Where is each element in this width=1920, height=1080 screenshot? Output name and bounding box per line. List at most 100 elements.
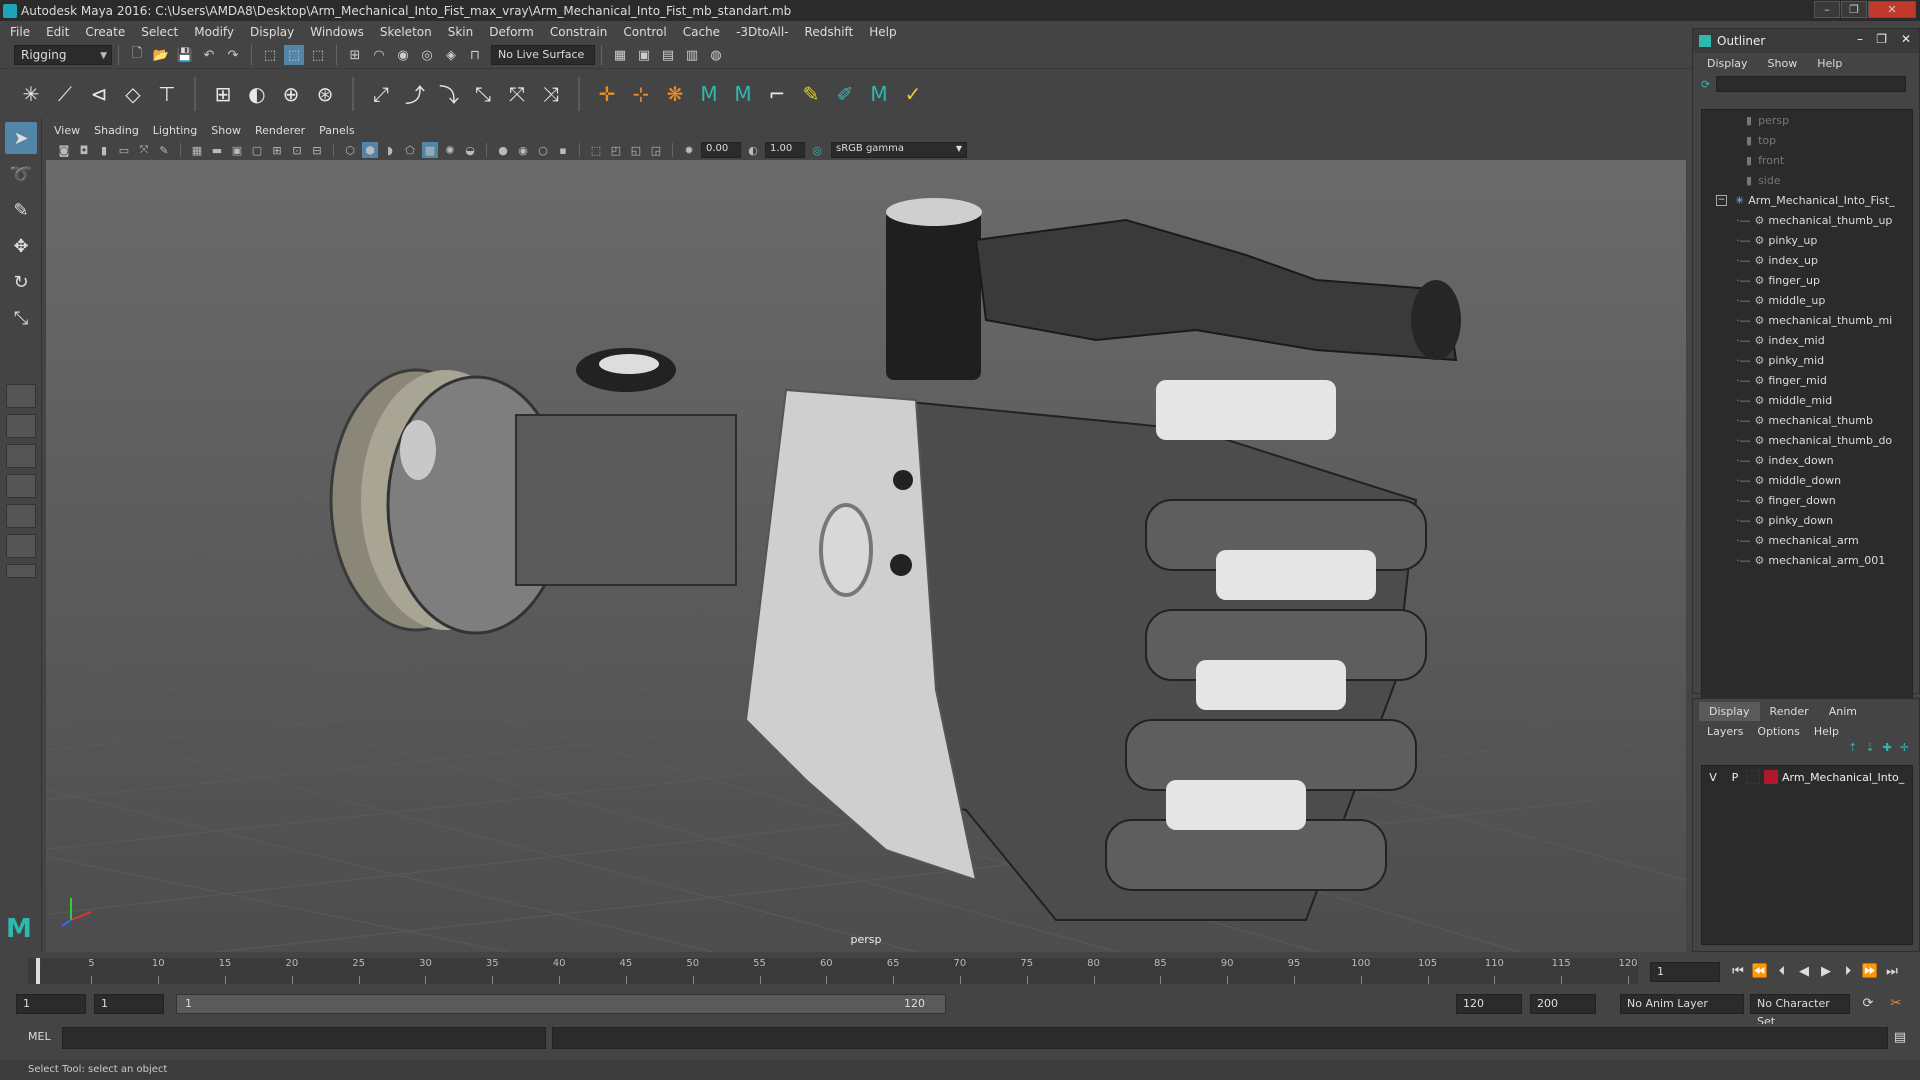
outliner-item-side[interactable]: ▮ side xyxy=(1702,170,1912,190)
outliner-item-mechanical-arm-001[interactable]: ·— ⚙ mechanical_arm_001 xyxy=(1702,550,1912,570)
snap-point-icon[interactable]: ◉ xyxy=(393,45,413,65)
skeleton-icon[interactable]: ❋ xyxy=(661,79,689,109)
outliner-item-persp[interactable]: ▮ persp xyxy=(1702,110,1912,130)
render-frame-icon[interactable]: ▣ xyxy=(634,45,654,65)
xray-active-icon[interactable]: ◲ xyxy=(648,142,664,158)
snap-curve-icon[interactable]: ◠ xyxy=(369,45,389,65)
select-tool-icon[interactable]: ➤ xyxy=(5,122,37,154)
shadows-icon[interactable]: ◒ xyxy=(462,142,478,158)
current-time-marker[interactable] xyxy=(36,958,40,984)
locator-icon[interactable]: ✛ xyxy=(593,79,621,109)
menu-windows[interactable]: Windows xyxy=(310,25,364,39)
safe-title-icon[interactable]: ⊟ xyxy=(309,142,325,158)
render-view-icon[interactable]: ▥ xyxy=(682,45,702,65)
default-material-icon[interactable]: ◗ xyxy=(382,142,398,158)
outliner-item-mechanical-thumb-mi[interactable]: ·— ⚙ mechanical_thumb_mi xyxy=(1702,310,1912,330)
layer-playback[interactable]: P xyxy=(1724,771,1746,784)
ik-handle-icon[interactable]: ⟋ xyxy=(51,79,79,109)
exposure-icon[interactable]: ✹ xyxy=(681,142,697,158)
scale-constraint-icon[interactable]: ⤡ xyxy=(469,79,497,109)
tab-render[interactable]: Render xyxy=(1760,702,1819,721)
screen-space-ao-icon[interactable]: ● xyxy=(495,142,511,158)
viewport-menu-panels[interactable]: Panels xyxy=(319,124,354,137)
single-pane-layout-icon[interactable] xyxy=(6,384,36,408)
live-surface-field[interactable]: No Live Surface xyxy=(491,45,595,65)
select-hierarchy-icon[interactable]: ⬚ xyxy=(260,45,280,65)
menu-control[interactable]: Control xyxy=(623,25,666,39)
save-scene-icon[interactable]: 💾 xyxy=(175,45,195,65)
grease-pencil-icon[interactable]: ✎ xyxy=(156,142,172,158)
wrap-icon[interactable]: ⊕ xyxy=(277,79,305,109)
minimize-icon[interactable]: – xyxy=(1857,32,1863,46)
gamma-field[interactable]: 1.00 xyxy=(765,142,805,158)
maximize-icon[interactable]: ❐ xyxy=(1876,32,1887,46)
viewport-menu-renderer[interactable]: Renderer xyxy=(255,124,305,137)
exposure-field[interactable]: 0.00 xyxy=(701,142,741,158)
tab-anim[interactable]: Anim xyxy=(1819,702,1867,721)
outliner-item-finger-mid[interactable]: ·— ⚙ finger_mid xyxy=(1702,370,1912,390)
layer-menu-options[interactable]: Options xyxy=(1757,725,1799,738)
go-to-end-icon[interactable]: ⏭ xyxy=(1882,962,1902,982)
new-layer-icon[interactable]: ✚ xyxy=(1883,741,1892,761)
menu-select[interactable]: Select xyxy=(141,25,178,39)
menu-create[interactable]: Create xyxy=(85,25,125,39)
start-time-field[interactable]: 1 xyxy=(16,994,86,1014)
orient-constraint-icon[interactable]: ⤵ xyxy=(435,79,463,109)
menu-modify[interactable]: Modify xyxy=(194,25,234,39)
paint-select-icon[interactable]: ✎ xyxy=(5,194,37,226)
outliner-item-middle-mid[interactable]: ·— ⚙ middle_mid xyxy=(1702,390,1912,410)
menu-display[interactable]: Display xyxy=(250,25,294,39)
character-set-dropdown[interactable]: No Character Set xyxy=(1750,994,1850,1028)
bookmark-icon[interactable]: ▮ xyxy=(96,142,112,158)
outliner-item-middle-up[interactable]: ·— ⚙ middle_up xyxy=(1702,290,1912,310)
motion-blur-icon[interactable]: ◉ xyxy=(515,142,531,158)
menu-file[interactable]: File xyxy=(10,25,30,39)
open-scene-icon[interactable]: 📂 xyxy=(151,45,171,65)
hypershade-icon[interactable]: ◍ xyxy=(706,45,726,65)
brush-icon[interactable]: ✐ xyxy=(831,79,859,109)
outliner-search-input[interactable] xyxy=(1716,76,1907,92)
point-constraint-icon[interactable]: ⤢ xyxy=(367,79,395,109)
move-tool-icon[interactable]: ✥ xyxy=(5,230,37,262)
hik-icon[interactable]: ⊤ xyxy=(153,79,181,109)
smooth-shade-icon[interactable]: ⬢ xyxy=(362,142,378,158)
outliner-item-middle-down[interactable]: ·— ⚙ middle_down xyxy=(1702,470,1912,490)
gate-mask-icon[interactable]: ▢ xyxy=(249,142,265,158)
snap-live-icon[interactable]: ◈ xyxy=(441,45,461,65)
pole-vector-icon[interactable]: ⤨ xyxy=(537,79,565,109)
outliner-item-mechanical-thumb-up[interactable]: ·— ⚙ mechanical_thumb_up xyxy=(1702,210,1912,230)
script-language-label[interactable]: MEL xyxy=(28,1030,51,1043)
wireframe-icon[interactable]: ⬡ xyxy=(342,142,358,158)
layer-menu-layers[interactable]: Layers xyxy=(1707,725,1743,738)
menu-help[interactable]: Help xyxy=(869,25,896,39)
outliner-menu-display[interactable]: Display xyxy=(1707,57,1748,70)
step-forward-frame-icon[interactable]: ⏵ xyxy=(1838,962,1858,982)
viewport-persp[interactable]: persp xyxy=(46,160,1686,952)
playback-end-field[interactable]: 120 xyxy=(1456,994,1522,1014)
outliner-item-front[interactable]: ▮ front xyxy=(1702,150,1912,170)
outliner-item-index-down[interactable]: ·— ⚙ index_down xyxy=(1702,450,1912,470)
depth-of-field-icon[interactable]: ▪ xyxy=(555,142,571,158)
gamma-icon[interactable]: ◐ xyxy=(745,142,761,158)
select-object-icon[interactable]: ⬚ xyxy=(284,45,304,65)
snap-grid-icon[interactable]: ⊞ xyxy=(345,45,365,65)
magnet-icon[interactable]: ⊓ xyxy=(465,45,485,65)
layer-visibility[interactable]: V xyxy=(1702,771,1724,784)
layer-row[interactable]: V P Arm_Mechanical_Into_ xyxy=(1702,766,1912,788)
move-layer-up-icon[interactable]: ⇡ xyxy=(1848,741,1857,761)
animation-prefs-icon[interactable]: ✂ xyxy=(1886,994,1906,1014)
layer-color-swatch[interactable] xyxy=(1764,770,1778,784)
snap-view-icon[interactable]: ◎ xyxy=(417,45,437,65)
current-frame-field[interactable]: 1 xyxy=(1650,962,1720,982)
layer-menu-help[interactable]: Help xyxy=(1814,725,1839,738)
go-to-start-icon[interactable]: ⏮ xyxy=(1728,962,1748,982)
outliner-item-finger-up[interactable]: ·— ⚙ finger_up xyxy=(1702,270,1912,290)
xray-joints-icon[interactable]: ◱ xyxy=(628,142,644,158)
render-settings-icon[interactable]: ▦ xyxy=(610,45,630,65)
maya-m2-icon[interactable]: M xyxy=(729,79,757,109)
new-scene-icon[interactable]: 🗋 xyxy=(127,45,147,65)
redo-icon[interactable]: ↷ xyxy=(223,45,243,65)
step-forward-key-icon[interactable]: ⏩ xyxy=(1860,962,1880,982)
lights-icon[interactable]: ✺ xyxy=(442,142,458,158)
cluster-icon[interactable]: ◐ xyxy=(243,79,271,109)
